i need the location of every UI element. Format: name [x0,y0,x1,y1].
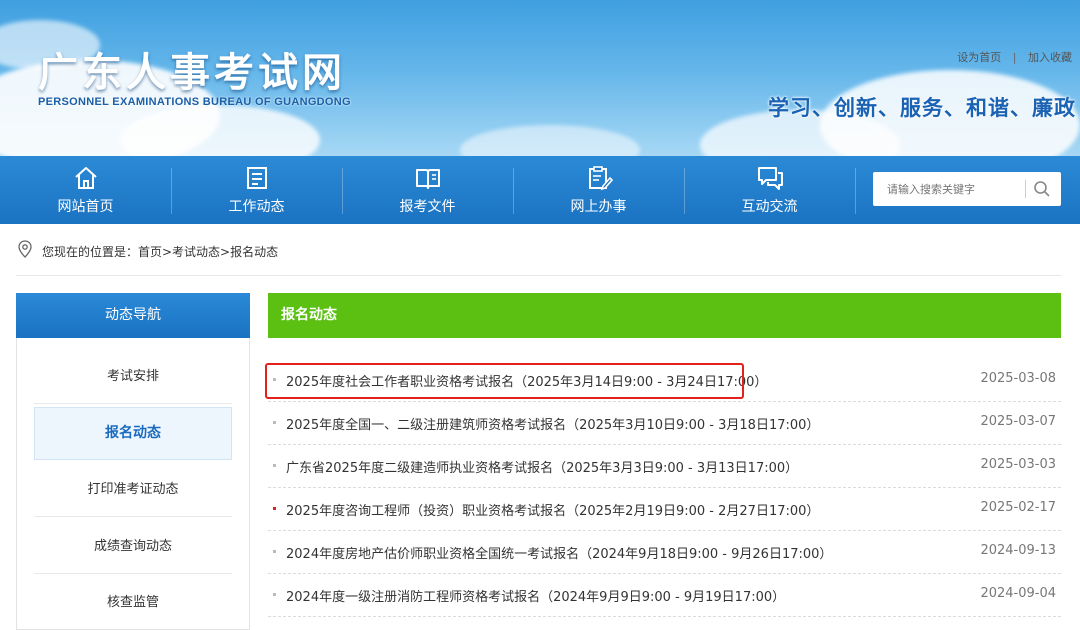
sidebar-item-registration-news[interactable]: 报名动态 [34,407,232,460]
add-favorites-link[interactable]: 加入收藏 [1028,49,1072,65]
site-title: 广东人事考试网 [38,50,346,96]
bullet [273,507,276,510]
news-date: 2025-02-17 [980,500,1056,515]
bullet [273,550,276,553]
news-title[interactable]: 广东省2025年度二级建造师执业资格考试报名（2025年3月3日9:00 - 3… [286,457,798,476]
nav-label: 网上办事 [570,199,627,215]
news-title[interactable]: 2024年度房地产估价师职业资格全国统一考试报名（2024年9月18日9:00 … [286,543,832,562]
search-input[interactable] [873,172,1025,206]
news-item[interactable]: 2025年度咨询工程师（投资）职业资格考试报名（2025年2月19日9:00 -… [268,488,1061,531]
sidebar-item-admission-ticket[interactable]: 打印准考证动态 [34,463,232,517]
chat-bubbles-icon [757,167,783,190]
news-item[interactable]: 2024年度一级注册消防工程师资格考试报名（2024年9月9日9:00 - 9月… [268,574,1061,617]
sidebar-item-exam-schedule[interactable]: 考试安排 [34,350,232,404]
top-links: 设为首页 | 加入收藏 [957,49,1072,65]
highlight-box [265,363,744,399]
search-box [873,172,1061,206]
nav-item-exam-documents[interactable]: 报考文件 [342,156,513,224]
site-header: 广东人事考试网 PERSONNEL EXAMINATIONS BUREAU OF… [0,0,1080,156]
news-title[interactable]: 2025年度咨询工程师（投资）职业资格考试报名（2025年2月19日9:00 -… [286,500,819,519]
nav-item-interaction[interactable]: 互动交流 [684,156,855,224]
bullet [273,421,276,424]
site-slogan: 学习、创新、服务、和谐、廉政 [768,96,1076,120]
nav-item-work-news[interactable]: 工作动态 [171,156,342,224]
nav-divider [855,168,856,214]
news-date: 2024-09-13 [980,543,1056,558]
news-item[interactable]: 2024年度房地产估价师职业资格全国统一考试报名（2024年9月18日9:00 … [268,531,1061,574]
link-separator: | [1012,51,1017,64]
news-date: 2025-03-08 [980,371,1056,386]
news-date: 2024-09-04 [980,586,1056,601]
search-separator [1025,180,1026,198]
breadcrumb-divider [16,275,1062,276]
sidebar-item-score-query[interactable]: 成绩查询动态 [34,520,232,574]
news-date: 2025-03-03 [980,457,1056,472]
breadcrumb-text[interactable]: 您现在的位置是：首页>考试动态>报名动态 [42,243,278,260]
sidebar-item-verification[interactable]: 核查监管 [34,576,232,630]
nav-item-home[interactable]: 网站首页 [0,156,171,224]
location-pin-icon [18,240,32,258]
nav-label: 工作动态 [228,199,285,215]
nav-label: 互动交流 [741,199,798,215]
set-homepage-link[interactable]: 设为首页 [957,49,1001,65]
news-date: 2025-03-07 [980,414,1056,429]
news-title[interactable]: 2024年度一级注册消防工程师资格考试报名（2024年9月9日9:00 - 9月… [286,586,785,605]
book-icon [415,169,440,189]
nav-label: 报考文件 [399,199,456,215]
bullet [273,464,276,467]
nav-label: 网站首页 [57,199,114,215]
nav-item-online-services[interactable]: 网上办事 [513,156,684,224]
site-subtitle: PERSONNEL EXAMINATIONS BUREAU OF GUANGDO… [38,96,351,108]
news-item[interactable]: 2025年度全国一、二级注册建筑师资格考试报名（2025年3月10日9:00 -… [268,402,1061,445]
news-title[interactable]: 2025年度全国一、二级注册建筑师资格考试报名（2025年3月10日9:00 -… [286,414,819,433]
clipboard-edit-icon [588,166,613,191]
search-icon[interactable] [1033,180,1051,198]
document-list-icon [246,167,267,189]
content-heading: 报名动态 [268,293,1061,338]
sidebar-heading: 动态导航 [16,293,250,338]
home-icon [74,167,97,189]
news-item[interactable]: 广东省2025年度二级建造师执业资格考试报名（2025年3月3日9:00 - 3… [268,445,1061,488]
bullet [273,593,276,596]
